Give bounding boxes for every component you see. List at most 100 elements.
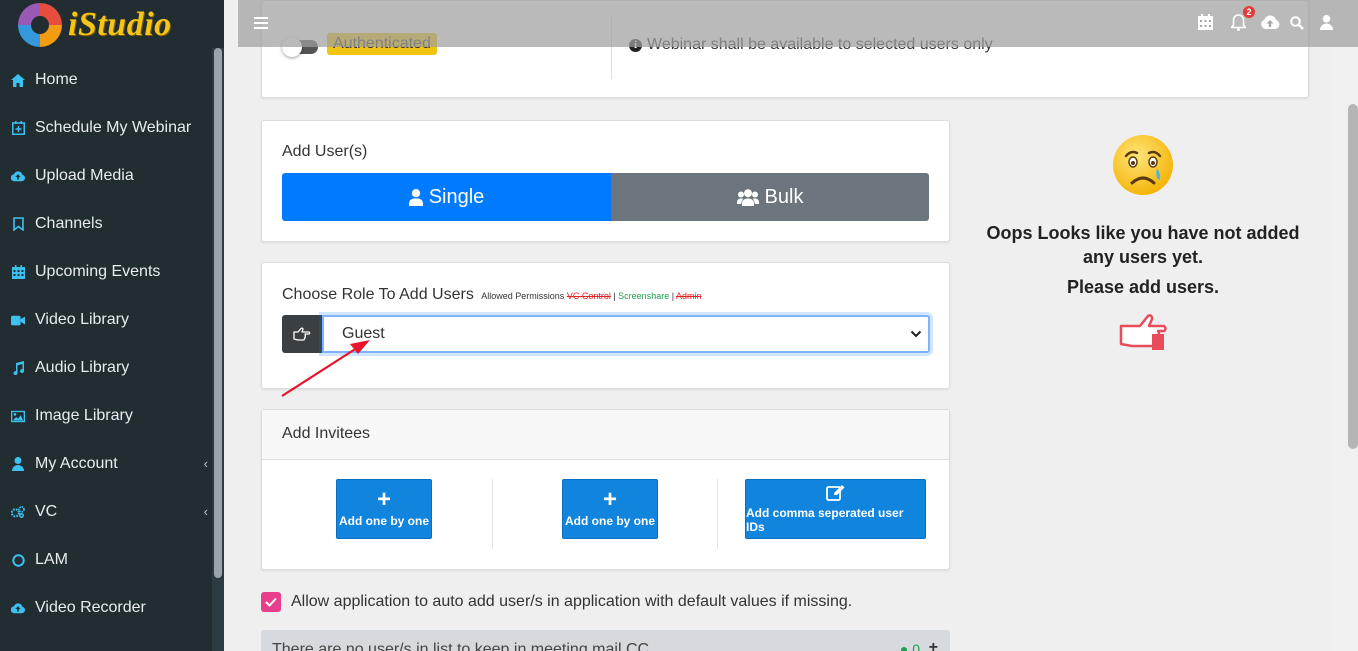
sidebar-item-vc[interactable]: VC ‹: [0, 488, 224, 536]
mail-cc-count-value: 0: [912, 641, 920, 651]
divider: [492, 479, 493, 549]
search-icon[interactable]: [1290, 16, 1304, 30]
logo-mark-icon: [18, 3, 62, 47]
sidebar-item-upcoming-events[interactable]: Upcoming Events: [0, 248, 224, 296]
notification-count-badge: 2: [1243, 6, 1255, 18]
sidebar-item-video-library[interactable]: Video Library: [0, 296, 224, 344]
users-icon: [736, 188, 759, 206]
main-content: Authenticated i Webinar shall be availab…: [238, 0, 1332, 651]
cloud-upload-icon[interactable]: [1260, 15, 1280, 29]
cogs-icon: [11, 505, 25, 519]
add-invitees-title: Add Invitees: [262, 410, 949, 460]
empty-users-subtext: Please add users.: [1066, 277, 1220, 297]
sidebar-item-lam[interactable]: LAM: [0, 536, 224, 584]
permission-admin: Admin: [676, 291, 702, 301]
sidebar-item-label: Home: [35, 71, 78, 88]
add-one-by-one-button[interactable]: + Add one by one: [336, 479, 432, 539]
add-comma-separated-ids-button[interactable]: Add comma seperated user IDs: [745, 479, 926, 539]
sidebar-scrollbar[interactable]: [212, 48, 224, 651]
cloud-upload-icon: [11, 169, 25, 183]
add-one-by-one-button-2[interactable]: + Add one by one: [562, 479, 658, 539]
home-icon: [11, 73, 25, 87]
add-invitees-card: Add Invitees + Add one by one + Add one …: [261, 409, 950, 570]
sidebar-scrollbar-thumb[interactable]: [214, 48, 222, 578]
calendar-icon[interactable]: [1198, 14, 1213, 30]
sidebar-item-label: VC: [35, 503, 58, 520]
page-scrollbar-thumb[interactable]: [1348, 104, 1358, 449]
image-icon: [11, 409, 25, 423]
divider: [717, 479, 718, 549]
edit-icon: [825, 485, 844, 501]
add-users-title: Add User(s): [282, 143, 368, 160]
allowed-permissions: Allowed Permissions VC Control | Screens…: [481, 291, 702, 301]
mail-cc-bar: There are no user/s in list to keep in m…: [261, 630, 950, 651]
chevron-left-icon: ‹: [203, 504, 208, 519]
top-navbar: 2: [238, 0, 1358, 47]
calendar-icon: [11, 265, 25, 279]
chevron-left-icon: ‹: [203, 456, 208, 471]
empty-users-panel: Oops Looks like you have not added any u…: [978, 130, 1308, 359]
sidebar-item-image-library[interactable]: Image Library: [0, 392, 224, 440]
user-icon[interactable]: [1320, 15, 1333, 30]
circle-icon: [11, 553, 25, 567]
auto-add-users-checkbox[interactable]: [261, 592, 281, 612]
bookmark-icon: [11, 217, 25, 231]
sidebar: iStudio Home Schedule My Webinar Upload …: [0, 0, 224, 651]
permission-screenshare: Screenshare: [618, 291, 670, 301]
permissions-prefix: Allowed Permissions: [481, 291, 565, 301]
page-scrollbar[interactable]: [1332, 0, 1358, 651]
sidebar-item-video-recorder[interactable]: Video Recorder: [0, 584, 224, 632]
bulk-users-label: Bulk: [764, 185, 804, 208]
calendar-plus-icon: [11, 121, 25, 135]
user-icon: ●: [899, 641, 909, 651]
auto-add-users-label: Allow application to auto add user/s in …: [291, 593, 853, 610]
mail-cc-text: There are no user/s in list to keep in m…: [272, 641, 650, 651]
sidebar-item-home[interactable]: Home: [0, 56, 224, 104]
sad-face-icon: [1113, 135, 1173, 195]
sidebar-item-label: Audio Library: [35, 359, 130, 376]
auto-add-users-option: Allow application to auto add user/s in …: [261, 592, 852, 612]
single-user-label: Single: [428, 185, 485, 208]
add-comma-separated-ids-label: Add comma seperated user IDs: [746, 506, 904, 534]
mail-cc-count: ● 0: [900, 641, 920, 651]
sidebar-item-label: Video Library: [35, 311, 129, 328]
add-users-card: Add User(s) Single Bulk: [261, 120, 950, 242]
sidebar-item-channels[interactable]: Channels: [0, 200, 224, 248]
music-note-icon: [11, 361, 25, 375]
sidebar-item-label: LAM: [35, 551, 68, 568]
user-icon: [408, 188, 423, 206]
sidebar-item-my-account[interactable]: My Account ‹: [0, 440, 224, 488]
sidebar-item-schedule[interactable]: Schedule My Webinar: [0, 104, 224, 152]
add-one-by-one-label: Add one by one: [339, 514, 429, 528]
annotation-arrow: [281, 340, 370, 397]
add-cc-button[interactable]: +: [929, 639, 938, 651]
plus-icon: +: [376, 486, 391, 513]
sidebar-item-audio-library[interactable]: Audio Library: [0, 344, 224, 392]
sidebar-item-label: Schedule My Webinar: [35, 119, 192, 136]
hand-point-right-icon: [1119, 314, 1167, 350]
video-camera-icon: [11, 313, 25, 327]
bulk-users-button[interactable]: Bulk: [611, 173, 929, 221]
sidebar-item-label: My Account: [35, 455, 118, 472]
menu-toggle-icon[interactable]: [254, 17, 268, 29]
user-icon: [11, 457, 25, 471]
permission-vc-control: VC Control: [566, 291, 611, 301]
bell-icon[interactable]: [1231, 14, 1246, 31]
chevron-down-icon: [910, 330, 922, 338]
sidebar-item-label: Channels: [35, 215, 103, 232]
sidebar-item-label: Upload Media: [35, 167, 134, 184]
sidebar-item-label: Image Library: [35, 407, 133, 424]
app-name: iStudio: [68, 6, 172, 43]
role-select[interactable]: Guest: [322, 315, 930, 353]
choose-role-title: Choose Role To Add Users Allowed Permiss…: [282, 286, 702, 304]
add-one-by-one-label: Add one by one: [565, 514, 655, 528]
sidebar-item-label: Upcoming Events: [35, 263, 161, 280]
app-logo[interactable]: iStudio: [0, 0, 224, 50]
sidebar-nav: Home Schedule My Webinar Upload Media Ch…: [0, 56, 224, 632]
empty-users-message: Oops Looks like you have not added any u…: [986, 223, 1300, 267]
choose-role-label: Choose Role To Add Users: [282, 286, 474, 303]
plus-icon: +: [602, 486, 617, 513]
single-user-button[interactable]: Single: [282, 173, 611, 221]
sidebar-item-upload-media[interactable]: Upload Media: [0, 152, 224, 200]
sidebar-item-label: Video Recorder: [35, 599, 146, 616]
